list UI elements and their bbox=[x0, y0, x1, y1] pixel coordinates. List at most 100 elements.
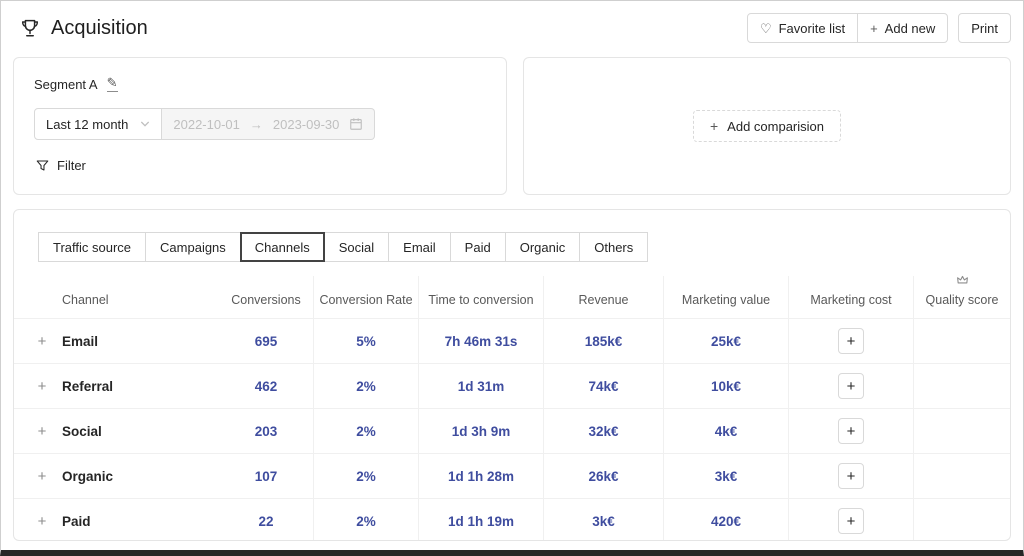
add-marketing-cost-button[interactable]: + bbox=[838, 463, 864, 489]
conversion-rate-value: 5% bbox=[314, 319, 419, 363]
crown-icon bbox=[956, 274, 969, 290]
revenue-value: 74k€ bbox=[544, 364, 664, 408]
favorite-list-button[interactable]: ♡ Favorite list bbox=[746, 13, 859, 43]
add-comparison-label: Add comparision bbox=[727, 118, 824, 134]
channel-cell: + Referral bbox=[14, 364, 219, 408]
channel-name: Organic bbox=[62, 468, 114, 484]
tab-traffic-source[interactable]: Traffic source bbox=[38, 232, 147, 262]
channel-name: Referral bbox=[62, 378, 114, 394]
segment-name: Segment A bbox=[34, 76, 98, 92]
channel-cell: + Social bbox=[14, 409, 219, 453]
expand-row-button[interactable]: + bbox=[36, 378, 48, 395]
channel-cell: + Organic bbox=[14, 454, 219, 498]
column-header-conversion-rate: Conversion Rate bbox=[314, 276, 419, 318]
quality-score-cell bbox=[914, 409, 1010, 453]
add-new-label: Add new bbox=[884, 20, 936, 36]
top-bar: Acquisition ♡ Favorite list + Add new Pr… bbox=[1, 1, 1023, 49]
table-body: + Email 695 5% 7h 46m 31s 185k€ 25k€ + + Referral… bbox=[14, 318, 1010, 540]
favorite-list-label: Favorite list bbox=[778, 20, 846, 36]
quality-score-cell bbox=[914, 364, 1010, 408]
time-to-conversion-value: 1d 31m bbox=[419, 364, 544, 408]
add-marketing-cost-button[interactable]: + bbox=[838, 373, 864, 399]
tab-paid[interactable]: Paid bbox=[449, 232, 506, 262]
page-title-group: Acquisition bbox=[13, 17, 148, 40]
conversion-rate-value: 2% bbox=[314, 454, 419, 498]
time-to-conversion-value: 1d 1h 19m bbox=[419, 499, 544, 540]
marketing-cost-cell: + bbox=[789, 454, 914, 498]
date-range-input[interactable]: 2022-10-01 → 2023-09-30 bbox=[162, 108, 376, 141]
revenue-value: 32k€ bbox=[544, 409, 664, 453]
plus-icon: + bbox=[709, 118, 719, 134]
chevron-down-icon bbox=[140, 119, 150, 129]
channel-tabs: Traffic source Campaigns Channels Social Ema… bbox=[14, 210, 1010, 262]
marketing-value-value: 4k€ bbox=[664, 409, 789, 453]
filter-cards-row: Segment A ✎ Last 12 month 2022-10-01 → 2… bbox=[1, 57, 1023, 195]
conversion-rate-value: 2% bbox=[314, 409, 419, 453]
filter-button[interactable]: Filter bbox=[36, 158, 86, 173]
conversions-value: 203 bbox=[219, 409, 314, 453]
add-comparison-button[interactable]: + Add comparision bbox=[692, 110, 841, 142]
trophy-icon bbox=[19, 17, 41, 39]
column-header-time-to-conversion: Time to conversion bbox=[419, 276, 544, 318]
marketing-value-value: 25k€ bbox=[664, 319, 789, 363]
marketing-cost-cell: + bbox=[789, 499, 914, 540]
heart-icon: ♡ bbox=[759, 20, 772, 36]
marketing-value-value: 420€ bbox=[664, 499, 789, 540]
expand-row-button[interactable]: + bbox=[36, 333, 48, 350]
tab-email[interactable]: Email bbox=[388, 232, 451, 262]
add-new-button[interactable]: + Add new bbox=[857, 13, 949, 43]
add-marketing-cost-button[interactable]: + bbox=[838, 508, 864, 534]
revenue-value: 3k€ bbox=[544, 499, 664, 540]
table-row-paid: + Paid 22 2% 1d 1h 19m 3k€ 420€ + bbox=[14, 498, 1010, 540]
column-header-marketing-cost: Marketing cost bbox=[789, 276, 914, 318]
table-row-email: + Email 695 5% 7h 46m 31s 185k€ 25k€ + bbox=[14, 318, 1010, 363]
add-marketing-cost-button[interactable]: + bbox=[838, 418, 864, 444]
conversions-value: 462 bbox=[219, 364, 314, 408]
marketing-value-value: 3k€ bbox=[664, 454, 789, 498]
tab-campaigns[interactable]: Campaigns bbox=[145, 232, 241, 262]
page-title: Acquisition bbox=[51, 16, 148, 39]
time-to-conversion-value: 7h 46m 31s bbox=[419, 319, 544, 363]
channels-table: Channel Conversions Conversion Rate Time to… bbox=[14, 274, 1010, 540]
edit-segment-icon[interactable]: ✎ bbox=[106, 75, 118, 93]
marketing-cost-cell: + bbox=[789, 364, 914, 408]
conversions-value: 107 bbox=[219, 454, 314, 498]
app-window: Acquisition ♡ Favorite list + Add new Pr… bbox=[0, 0, 1024, 556]
filter-label: Filter bbox=[57, 158, 86, 174]
table-header-row: Channel Conversions Conversion Rate Time to… bbox=[14, 274, 1010, 318]
date-start-value: 2022-10-01 bbox=[173, 116, 240, 132]
range-preset-select[interactable]: Last 12 month bbox=[34, 108, 163, 141]
expand-row-button[interactable]: + bbox=[36, 513, 48, 530]
tab-social[interactable]: Social bbox=[323, 232, 390, 262]
expand-row-button[interactable]: + bbox=[36, 468, 48, 485]
expand-row-button[interactable]: + bbox=[36, 423, 48, 440]
tab-organic[interactable]: Organic bbox=[504, 232, 581, 262]
column-header-quality-score: Quality score bbox=[914, 274, 1010, 318]
column-header-channel: Channel bbox=[62, 293, 109, 307]
print-button[interactable]: Print bbox=[958, 13, 1011, 43]
comparison-card: + Add comparision bbox=[523, 57, 1011, 195]
conversion-rate-value: 2% bbox=[314, 364, 419, 408]
column-header-conversions: Conversions bbox=[219, 276, 314, 318]
marketing-cost-cell: + bbox=[789, 409, 914, 453]
calendar-icon bbox=[349, 117, 363, 131]
channel-name: Social bbox=[62, 423, 102, 439]
segment-card: Segment A ✎ Last 12 month 2022-10-01 → 2… bbox=[13, 57, 507, 195]
add-marketing-cost-button[interactable]: + bbox=[838, 328, 864, 354]
channel-name: Email bbox=[62, 333, 99, 349]
range-preset-value: Last 12 month bbox=[46, 116, 129, 132]
arrow-right-icon: → bbox=[249, 116, 263, 132]
time-to-conversion-value: 1d 1h 28m bbox=[419, 454, 544, 498]
channel-cell: + Email bbox=[14, 319, 219, 363]
quality-score-cell bbox=[914, 454, 1010, 498]
header-actions: ♡ Favorite list + Add new Print bbox=[746, 13, 1011, 43]
tab-others[interactable]: Others bbox=[579, 232, 649, 262]
table-row-social: + Social 203 2% 1d 3h 9m 32k€ 4k€ + bbox=[14, 408, 1010, 453]
table-row-referral: + Referral 462 2% 1d 31m 74k€ 10k€ + bbox=[14, 363, 1010, 408]
filter-funnel-icon bbox=[36, 159, 49, 172]
tab-channels[interactable]: Channels bbox=[239, 232, 325, 262]
table-header: Channel Conversions Conversion Rate Time to… bbox=[14, 274, 1010, 318]
acquisition-table-card: Traffic source Campaigns Channels Social Ema… bbox=[13, 209, 1011, 541]
conversions-value: 22 bbox=[219, 499, 314, 540]
conversions-value: 695 bbox=[219, 319, 314, 363]
